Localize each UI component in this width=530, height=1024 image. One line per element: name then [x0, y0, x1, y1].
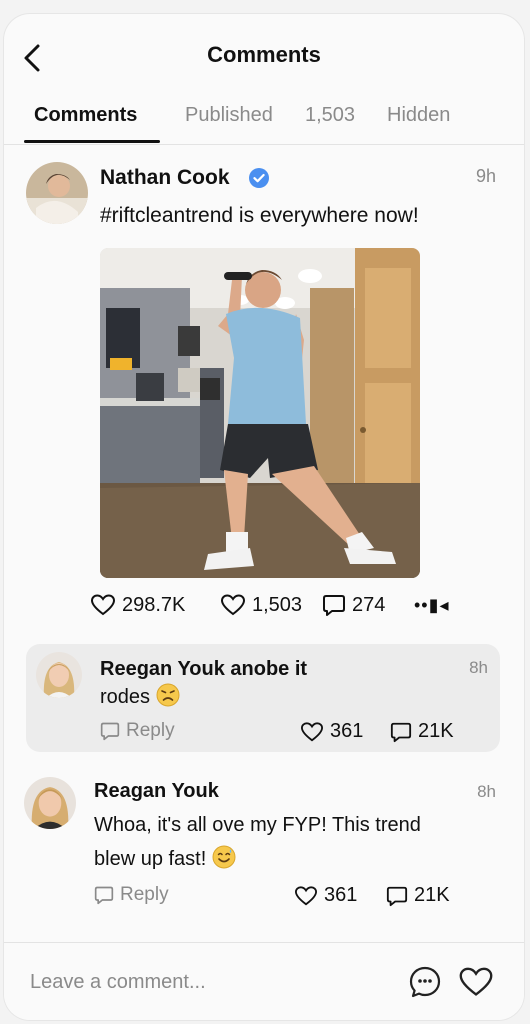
- comment-text-line-1: Whoa, it's all ove my FYP! This trend: [94, 814, 421, 836]
- comment-text-content: rodes: [100, 686, 151, 708]
- heart-icon: [90, 594, 116, 616]
- like-button[interactable]: 298.7K: [90, 590, 185, 620]
- comment-author[interactable]: Reegan Youk anobe it: [100, 658, 307, 681]
- comment-timestamp: 8h: [477, 782, 496, 801]
- comment-replies-button[interactable]: 21K: [390, 720, 454, 743]
- comment-text-line-2: blew up fast!: [94, 842, 421, 876]
- header: Comments: [4, 14, 524, 94]
- emoji-button[interactable]: [408, 965, 442, 999]
- comment-input[interactable]: [28, 965, 372, 999]
- comment-author[interactable]: Reagan Youk: [94, 780, 219, 803]
- comment-bubble-icon: [386, 886, 408, 906]
- like-count: 298.7K: [122, 593, 186, 616]
- comment-reply-count: 21K: [418, 720, 454, 742]
- post-author[interactable]: Nathan Cook: [100, 166, 230, 190]
- heart-icon: [220, 594, 246, 616]
- reply-bubble-icon: [94, 886, 114, 905]
- avatar[interactable]: [36, 652, 82, 698]
- comment-text-line-2-content: blew up fast!: [94, 848, 207, 870]
- share-count: 1,503: [252, 593, 303, 616]
- comment-bubble-icon: [323, 595, 345, 616]
- comment-like-button[interactable]: 361: [300, 720, 363, 743]
- more-options-button[interactable]: ••▮◂: [414, 590, 450, 620]
- comment-replies-button[interactable]: 21K: [386, 884, 450, 907]
- comment-composer: [4, 942, 524, 1020]
- heart-icon: [294, 885, 318, 905]
- verified-badge-icon: [249, 168, 269, 188]
- page-title: Comments: [207, 42, 321, 67]
- post-text: #riftcleantrend is everywhere now!: [100, 204, 419, 227]
- comment-text: rodes: [100, 680, 180, 714]
- like-post-button[interactable]: [458, 965, 494, 999]
- comment-bubble-icon: [390, 722, 412, 742]
- reply-button[interactable]: Reply: [100, 720, 175, 742]
- emoji-icon: [409, 966, 441, 998]
- app-screen: Comments Comments Published 1,503 Hidden…: [4, 14, 524, 1020]
- avatar[interactable]: [24, 777, 76, 829]
- post-stats: 298.7K 1,503 274 ••▮◂: [90, 590, 470, 620]
- avatar[interactable]: [26, 162, 88, 224]
- disappointed-face-icon: [156, 683, 180, 707]
- comment-like-count: 361: [324, 884, 358, 906]
- tab-count[interactable]: 1,503: [305, 104, 355, 127]
- comment-timestamp: 8h: [469, 658, 488, 677]
- more-options-icon: ••▮◂: [414, 594, 450, 615]
- comment-count-button[interactable]: 274: [322, 590, 385, 620]
- comment-like-count: 361: [330, 720, 364, 742]
- reply-bubble-icon: [100, 722, 120, 741]
- sweat-smile-face-icon: [212, 845, 236, 869]
- tab-comments[interactable]: Comments: [34, 104, 137, 127]
- post-timestamp: 9h: [475, 166, 496, 186]
- share-button[interactable]: 1,503: [220, 590, 302, 620]
- active-tab-indicator: [24, 140, 160, 143]
- reply-button[interactable]: Reply: [94, 884, 169, 906]
- tab-hidden[interactable]: Hidden: [387, 104, 450, 127]
- post-video-thumbnail[interactable]: [100, 248, 420, 578]
- tab-published[interactable]: Published: [185, 104, 273, 127]
- tab-bar: Comments Published 1,503 Hidden: [4, 100, 524, 145]
- comment-text: Whoa, it's all ove my FYP! This trend bl…: [94, 808, 421, 876]
- heart-icon: [459, 967, 493, 996]
- reply-label: Reply: [120, 884, 169, 905]
- heart-icon: [300, 721, 324, 741]
- comment-item: Reegan Youk anobe it 8h rodes Reply 361 …: [26, 644, 500, 752]
- reply-label: Reply: [126, 720, 175, 741]
- comment-like-button[interactable]: 361: [294, 884, 357, 907]
- comment-reply-count: 21K: [414, 884, 450, 906]
- comment-count: 274: [352, 593, 386, 616]
